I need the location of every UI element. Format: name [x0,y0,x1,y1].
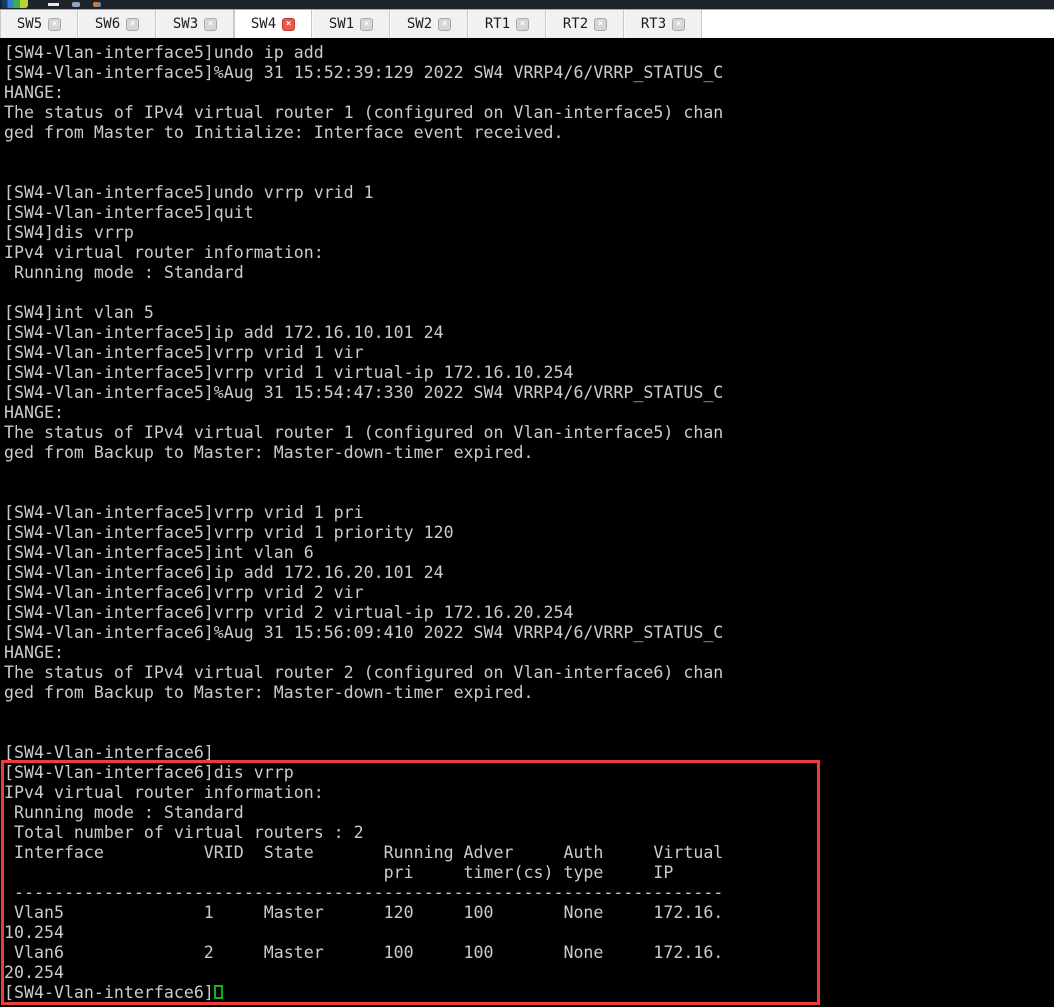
close-icon[interactable]: × [48,17,62,31]
tab-rt1[interactable]: RT1 × [468,10,546,38]
top-toolbar [0,0,1054,9]
tab-label: RT3 [640,16,667,32]
tab-label: SW5 [16,16,43,32]
console-output: [SW4-Vlan-interface5]undo ip add [SW4-Vl… [4,43,724,1002]
tab-rt2[interactable]: RT2 × [546,10,624,38]
tab-rt3[interactable]: RT3 × [624,10,702,38]
toolbar-icon[interactable] [72,2,80,7]
tab-sw4[interactable]: SW4 × [234,10,312,38]
minimize-icon[interactable] [48,3,59,6]
terminal-cursor [213,985,223,999]
close-icon[interactable]: × [282,17,296,31]
close-icon[interactable]: × [126,17,140,31]
close-icon[interactable]: × [594,17,608,31]
tab-label: SW2 [406,16,433,32]
tab-sw3[interactable]: SW3 × [156,10,234,38]
tab-label: RT1 [484,16,511,32]
close-icon[interactable]: × [516,17,530,31]
close-icon[interactable]: × [438,17,452,31]
close-icon[interactable]: × [360,17,374,31]
toolbar-icon[interactable] [93,2,101,7]
tab-sw5[interactable]: SW5 × [0,10,78,38]
tab-sw6[interactable]: SW6 × [78,10,156,38]
tab-bar: SW5 × SW6 × SW3 × SW4 × SW1 × SW2 × RT1 × RT2 × RT3 × [0,9,1054,38]
tab-sw1[interactable]: SW1 × [312,10,390,38]
tab-label: SW4 [250,16,277,32]
tab-label: RT2 [562,16,589,32]
console-terminal[interactable]: [SW4-Vlan-interface5]undo ip add [SW4-Vl… [0,38,1054,1007]
app-logo-icon [2,0,28,8]
close-icon[interactable]: × [672,17,686,31]
tab-sw2[interactable]: SW2 × [390,10,468,38]
tab-label: SW1 [328,16,355,32]
close-icon[interactable]: × [204,17,218,31]
tab-label: SW3 [172,16,199,32]
tab-label: SW6 [94,16,121,32]
